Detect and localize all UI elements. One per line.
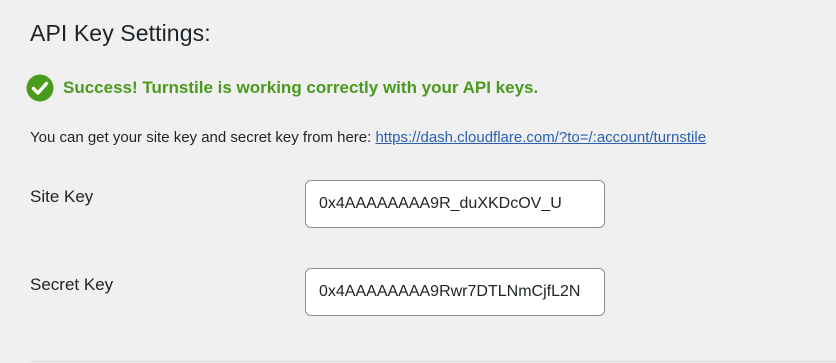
help-text: You can get your site key and secret key… bbox=[30, 129, 706, 146]
success-notice: Success! Turnstile is working correctly … bbox=[26, 74, 538, 102]
site-key-input[interactable] bbox=[305, 180, 605, 228]
section-divider bbox=[30, 361, 836, 362]
check-circle-icon bbox=[26, 74, 54, 102]
secret-key-label: Secret Key bbox=[30, 275, 114, 294]
cloudflare-dashboard-link[interactable]: https://dash.cloudflare.com/?to=/:accoun… bbox=[375, 129, 706, 146]
secret-key-input[interactable] bbox=[305, 268, 605, 316]
success-message: Success! Turnstile is working correctly … bbox=[63, 78, 539, 97]
section-title: API Key Settings: bbox=[30, 20, 211, 46]
help-text-label: You can get your site key and secret key… bbox=[30, 129, 376, 146]
site-key-label: Site Key bbox=[30, 187, 94, 206]
